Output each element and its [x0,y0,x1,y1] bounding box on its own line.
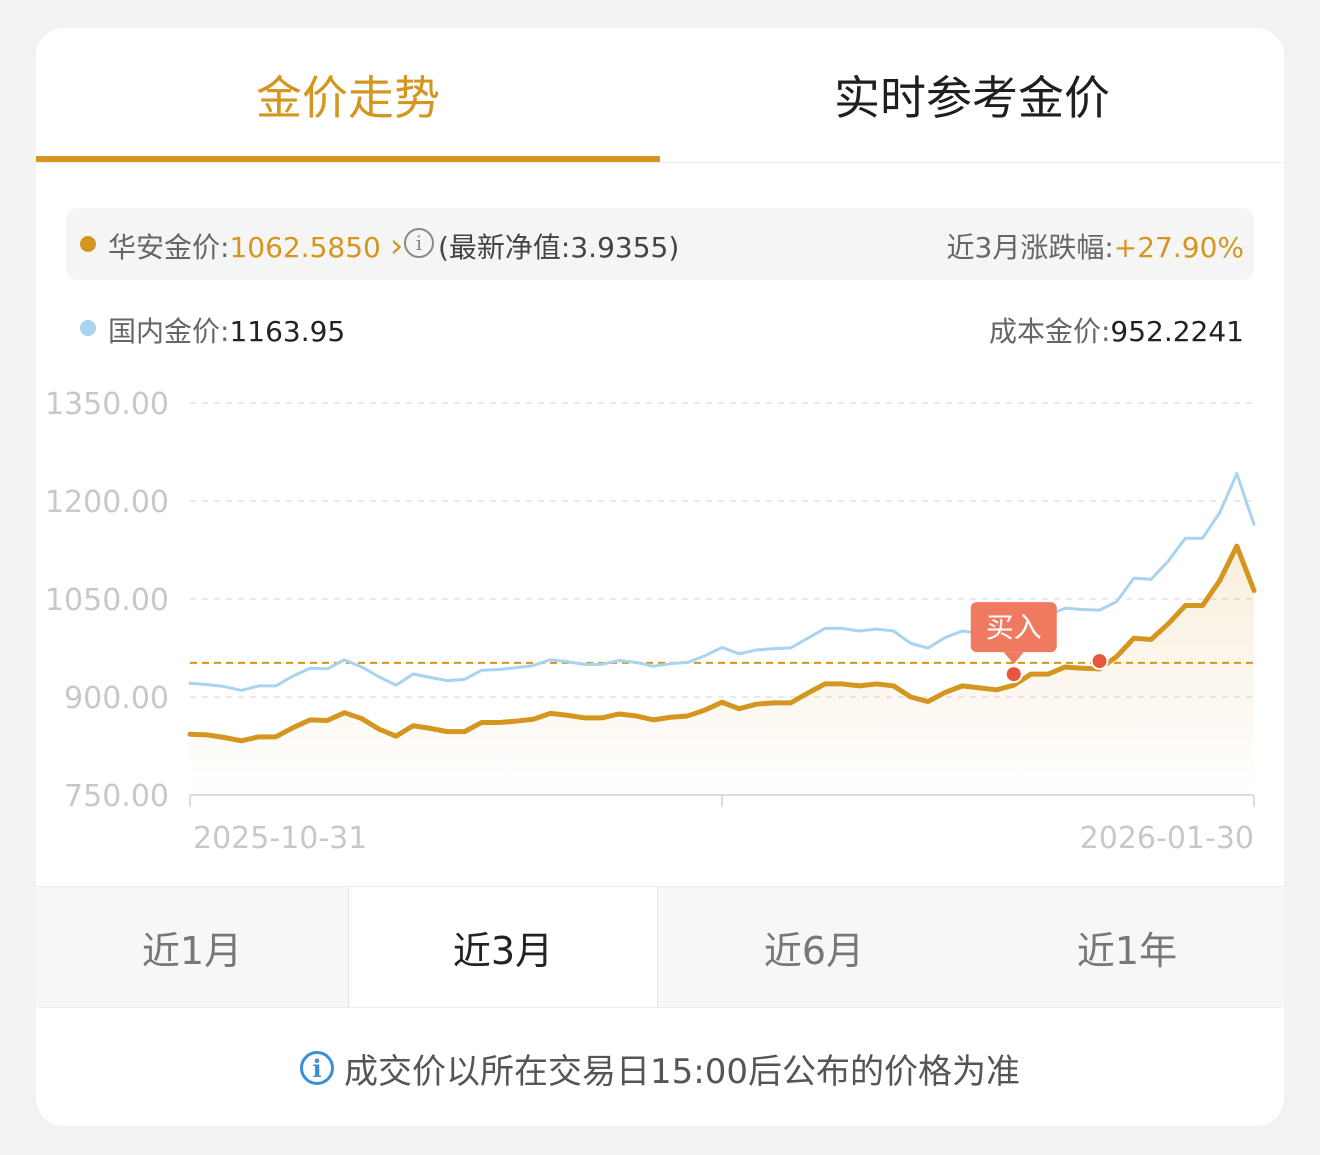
x-end-label: 2026-01-30 [1080,821,1254,856]
change-value: +27.90% [1113,231,1244,264]
buy-marker [1004,665,1023,684]
buy-marker [1090,652,1109,671]
gold-price-chart[interactable]: 1350.00 1200.00 1050.00 900.00 750.00 2025-10… [36,378,1284,888]
three-month-change: 近3月涨跌幅:+27.90% [947,226,1244,266]
period-3m[interactable]: 近3月 [349,887,657,1007]
period-6m[interactable]: 近6月 [658,887,970,1007]
domestic-legend-dot [80,320,96,336]
y-tick-label: 1050.00 [45,583,169,618]
chevron-right-icon[interactable]: › [390,226,404,266]
domestic-price-value: 1163.95 [229,315,346,348]
info-icon: i [300,1051,334,1085]
tab-bar: 金价走势 实时参考金价 [36,28,1284,163]
buy-tag-label: 买入 [986,611,1042,644]
line-chart-svg[interactable]: 1350.00 1200.00 1050.00 900.00 750.00 2025-10… [36,378,1284,888]
huaan-legend-dot [80,236,96,252]
active-tab-indicator [36,156,660,162]
huaan-summary-bar: 华安金价:1062.5850 › i (最新净值:3.9355) 近3月涨跌幅:… [66,208,1254,280]
cost-price-value: 952.2241 [1110,315,1244,348]
nav-value: (最新净值:3.9355) [438,231,680,264]
period-1m[interactable]: 近1月 [36,887,348,1007]
y-tick-label: 1200.00 [45,485,169,520]
cost-price-label: 成本金价: [988,315,1111,348]
y-tick-label: 750.00 [64,779,169,814]
tab-gold-trend[interactable]: 金价走势 [36,28,660,162]
disclaimer-text: 成交价以所在交易日15:00后公布的价格为准 [344,1051,1020,1092]
change-label: 近3月涨跌幅: [946,231,1114,264]
huaan-price-value: 1062.5850 [229,231,381,264]
huaan-price[interactable]: 华安金价:1062.5850 › [108,226,403,266]
y-tick-label: 1350.00 [45,387,169,422]
x-start-label: 2025-10-31 [193,821,367,856]
y-tick-label: 900.00 [64,681,169,716]
period-selector: 近1月 近3月 近6月 近1年 [36,886,1284,1008]
info-icon[interactable]: i [404,228,434,258]
gold-price-card: 金价走势 实时参考金价 华安金价:1062.5850 › i (最新净值:3.9… [36,28,1284,1126]
period-1y[interactable]: 近1年 [970,887,1284,1007]
huaan-price-label: 华安金价: [108,231,230,264]
tab-realtime-gold-price[interactable]: 实时参考金价 [660,28,1284,162]
domestic-price: 国内金价:1163.95 [108,310,345,350]
domestic-price-label: 国内金价: [108,315,230,348]
cost-price: 成本金价:952.2241 [989,310,1244,350]
disclaimer: i 成交价以所在交易日15:00后公布的价格为准 [36,1028,1284,1108]
